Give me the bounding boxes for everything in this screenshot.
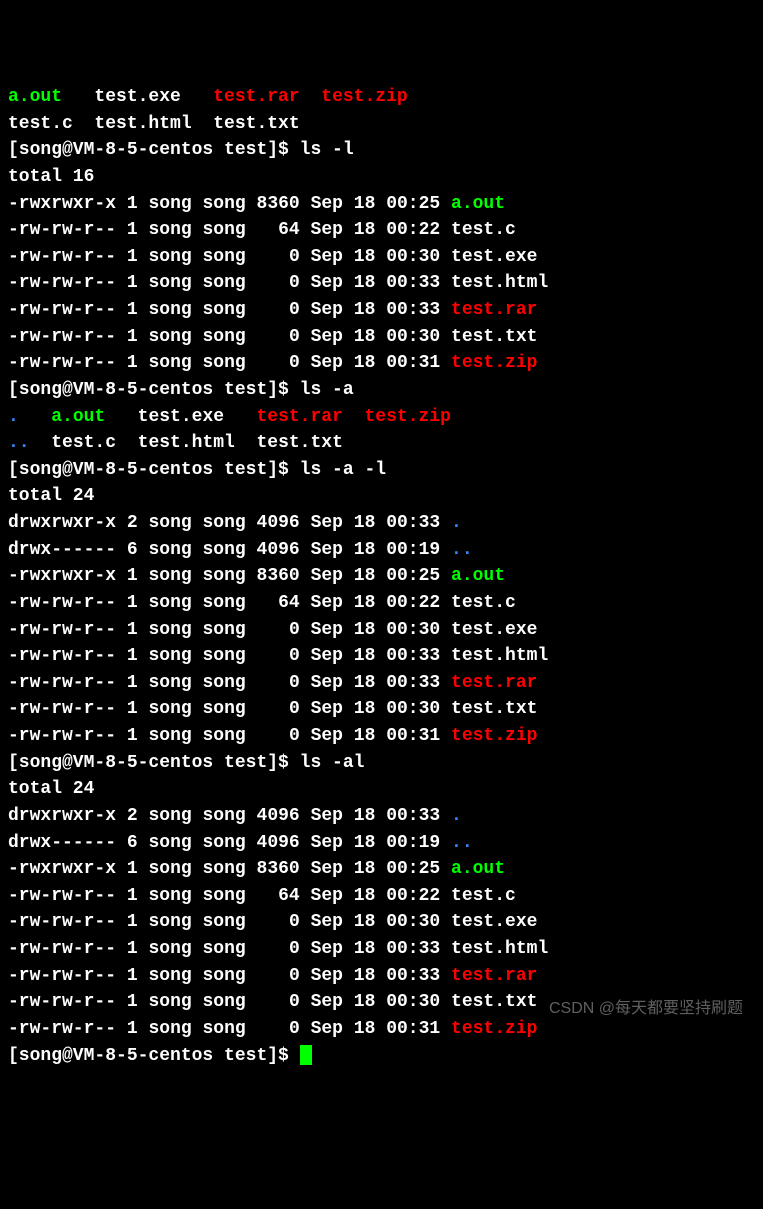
- ls-row: -rw-rw-r-- 1 song song 0 Sep 18 00:30 te…: [8, 617, 755, 644]
- prompt: [song@VM-8-5-centos test]$: [8, 1046, 300, 1066]
- file-testrar: test.rar: [451, 673, 537, 693]
- file-testexe: test.exe: [138, 407, 224, 427]
- ls-row: -rw-rw-r-- 1 song song 64 Sep 18 00:22 t…: [8, 883, 755, 910]
- dir-dot: .: [8, 407, 19, 427]
- file-testtxt: test.txt: [451, 327, 537, 347]
- file-aout: a.out: [8, 87, 62, 107]
- cmd: ls -a -l: [300, 460, 386, 480]
- file-testtxt: test.txt: [213, 114, 299, 134]
- prompt-line-1: [song@VM-8-5-centos test]$ ls -l: [8, 137, 755, 164]
- ls-row: -rwxrwxr-x 1 song song 8360 Sep 18 00:25…: [8, 191, 755, 218]
- dir-dotdot: ..: [8, 433, 30, 453]
- prompt: [song@VM-8-5-centos test]$: [8, 753, 300, 773]
- prompt-line-3: [song@VM-8-5-centos test]$ ls -a -l: [8, 457, 755, 484]
- file-testhtml: test.html: [451, 646, 548, 666]
- ls-row: -rwxrwxr-x 1 song song 8360 Sep 18 00:25…: [8, 856, 755, 883]
- ls-row: -rw-rw-r-- 1 song song 0 Sep 18 00:33 te…: [8, 270, 755, 297]
- ls-row: drwx------ 6 song song 4096 Sep 18 00:19…: [8, 537, 755, 564]
- file-testexe: test.exe: [94, 87, 180, 107]
- ls-row: drwxrwxr-x 2 song song 4096 Sep 18 00:33…: [8, 803, 755, 830]
- ls-row: -rw-rw-r-- 1 song song 0 Sep 18 00:33 te…: [8, 963, 755, 990]
- file-testc: test.c: [451, 220, 516, 240]
- file-testzip: test.zip: [451, 353, 537, 373]
- file-testtxt: test.txt: [451, 699, 537, 719]
- ls-a-row1: . a.out test.exe test.rar test.zip: [8, 404, 755, 431]
- ls-short-row2: test.c test.html test.txt: [8, 111, 755, 138]
- file-testzip: test.zip: [365, 407, 451, 427]
- file-testzip: test.zip: [451, 726, 537, 746]
- prompt: [song@VM-8-5-centos test]$: [8, 140, 300, 160]
- file-testrar: test.rar: [213, 87, 299, 107]
- ls-row: -rwxrwxr-x 1 song song 8360 Sep 18 00:25…: [8, 563, 755, 590]
- prompt: [song@VM-8-5-centos test]$: [8, 380, 300, 400]
- file-testhtml: test.html: [451, 939, 548, 959]
- file-testexe: test.exe: [451, 912, 537, 932]
- file-testrar: test.rar: [256, 407, 342, 427]
- ls-row: -rw-rw-r-- 1 song song 0 Sep 18 00:33 te…: [8, 643, 755, 670]
- file-testhtml: test.html: [94, 114, 191, 134]
- ls-row: -rw-rw-r-- 1 song song 0 Sep 18 00:33 te…: [8, 936, 755, 963]
- dir-dot: .: [451, 806, 462, 826]
- file-testzip: test.zip: [451, 1019, 537, 1039]
- file-testrar: test.rar: [451, 300, 537, 320]
- ls-row: -rw-rw-r-- 1 song song 0 Sep 18 00:30 te…: [8, 324, 755, 351]
- total-line: total 24: [8, 483, 755, 510]
- dir-dotdot: ..: [451, 540, 473, 560]
- prompt-line-5[interactable]: [song@VM-8-5-centos test]$: [8, 1043, 755, 1070]
- ls-row: -rw-rw-r-- 1 song song 0 Sep 18 00:31 te…: [8, 723, 755, 750]
- dir-dotdot: ..: [451, 833, 473, 853]
- ls-row: -rw-rw-r-- 1 song song 64 Sep 18 00:22 t…: [8, 217, 755, 244]
- file-testhtml: test.html: [451, 273, 548, 293]
- ls-a-row2: .. test.c test.html test.txt: [8, 430, 755, 457]
- cursor-icon: [300, 1045, 312, 1065]
- ls-row: -rw-rw-r-- 1 song song 0 Sep 18 00:30 te…: [8, 244, 755, 271]
- cmd: ls -a: [300, 380, 354, 400]
- ls-row: -rw-rw-r-- 1 song song 64 Sep 18 00:22 t…: [8, 590, 755, 617]
- file-testrar: test.rar: [451, 966, 537, 986]
- ls-row: drwxrwxr-x 2 song song 4096 Sep 18 00:33…: [8, 510, 755, 537]
- file-testhtml: test.html: [138, 433, 235, 453]
- dir-dot: .: [451, 513, 462, 533]
- file-testc: test.c: [451, 886, 516, 906]
- file-testtxt: test.txt: [451, 992, 537, 1012]
- ls-row: -rw-rw-r-- 1 song song 0 Sep 18 00:33 te…: [8, 297, 755, 324]
- ls-row: -rw-rw-r-- 1 song song 0 Sep 18 00:33 te…: [8, 670, 755, 697]
- file-testc: test.c: [451, 593, 516, 613]
- total-line: total 16: [8, 164, 755, 191]
- watermark: CSDN @每天都要坚持刷题: [549, 994, 743, 1018]
- file-aout: a.out: [51, 407, 105, 427]
- prompt-line-4: [song@VM-8-5-centos test]$ ls -al: [8, 750, 755, 777]
- prompt-line-2: [song@VM-8-5-centos test]$ ls -a: [8, 377, 755, 404]
- file-testc: test.c: [8, 114, 73, 134]
- ls-row: -rw-rw-r-- 1 song song 0 Sep 18 00:30 te…: [8, 909, 755, 936]
- cmd: ls -al: [300, 753, 365, 773]
- total-line: total 24: [8, 776, 755, 803]
- ls-row: -rw-rw-r-- 1 song song 0 Sep 18 00:31 te…: [8, 350, 755, 377]
- file-testzip: test.zip: [321, 87, 407, 107]
- file-aout: a.out: [451, 194, 505, 214]
- ls-row: -rw-rw-r-- 1 song song 0 Sep 18 00:31 te…: [8, 1016, 755, 1043]
- file-testc: test.c: [51, 433, 116, 453]
- prompt: [song@VM-8-5-centos test]$: [8, 460, 300, 480]
- file-testtxt: test.txt: [256, 433, 342, 453]
- file-aout: a.out: [451, 859, 505, 879]
- file-aout: a.out: [451, 566, 505, 586]
- terminal[interactable]: a.out test.exe test.rar test.ziptest.c t…: [8, 84, 755, 1069]
- ls-row: -rw-rw-r-- 1 song song 0 Sep 18 00:30 te…: [8, 696, 755, 723]
- ls-row: drwx------ 6 song song 4096 Sep 18 00:19…: [8, 830, 755, 857]
- file-testexe: test.exe: [451, 620, 537, 640]
- ls-short-row1: a.out test.exe test.rar test.zip: [8, 84, 755, 111]
- cmd: ls -l: [300, 140, 354, 160]
- file-testexe: test.exe: [451, 247, 537, 267]
